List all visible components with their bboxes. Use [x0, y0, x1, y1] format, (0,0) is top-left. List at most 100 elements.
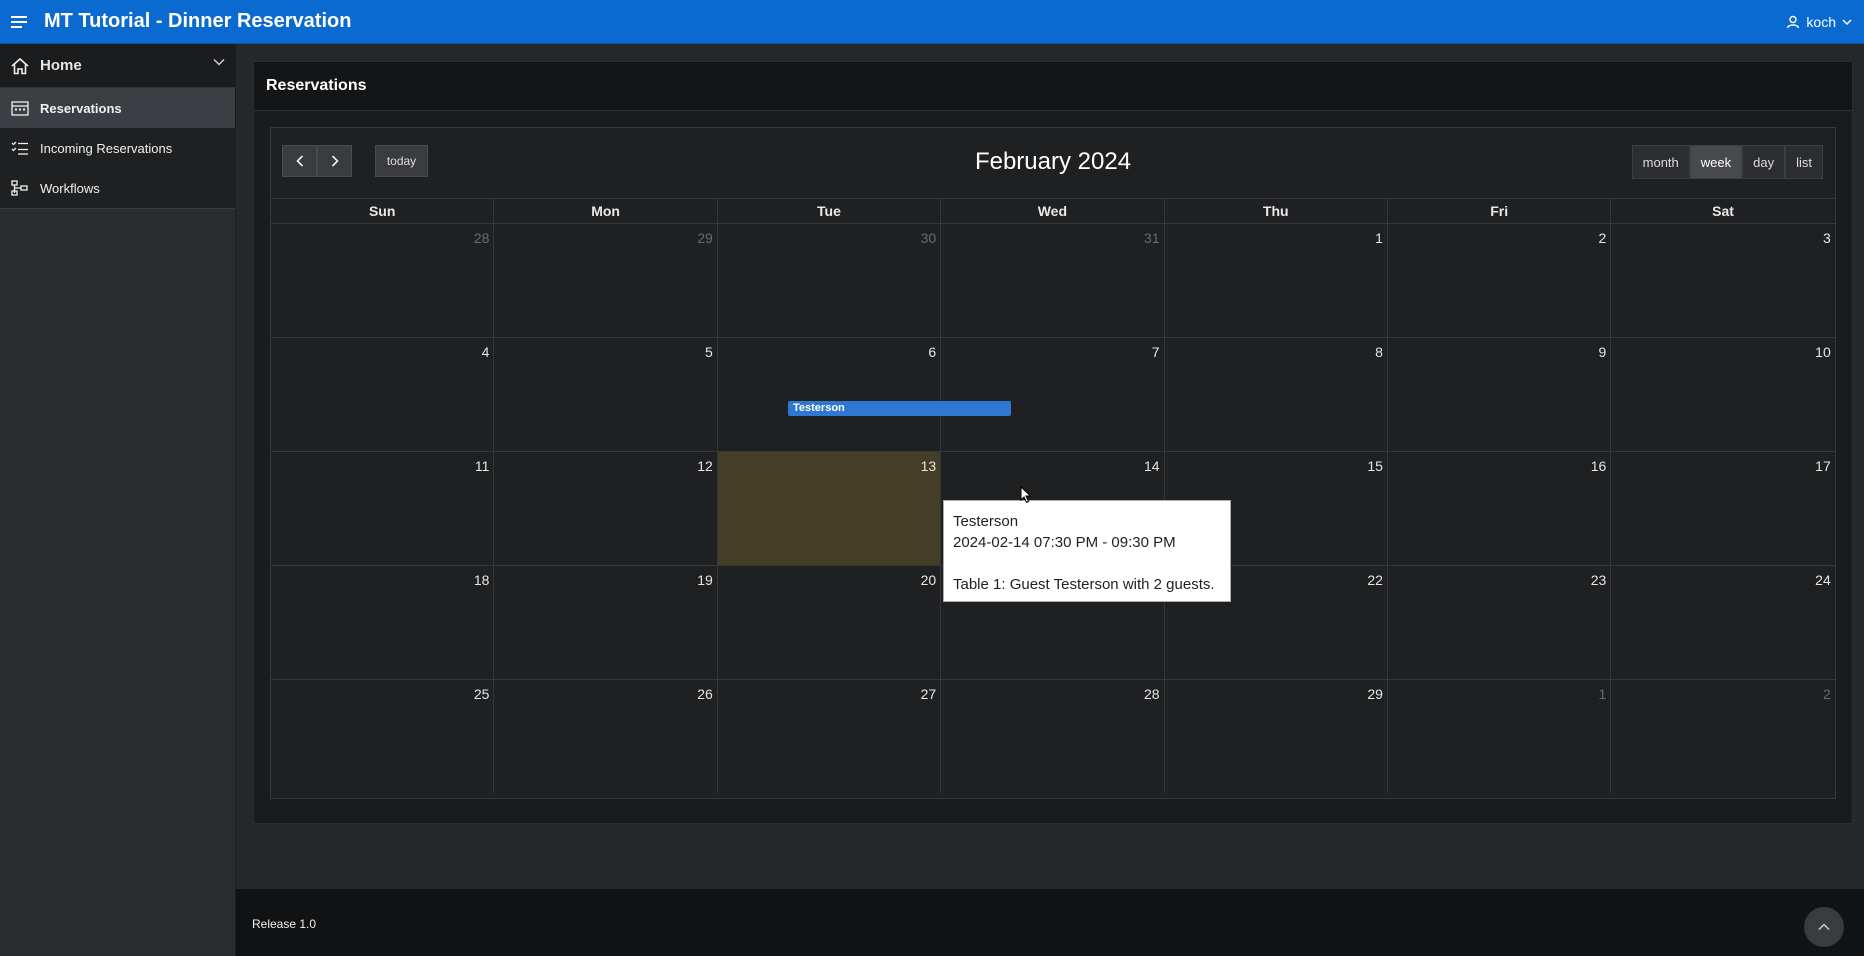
tooltip-name: Testerson: [953, 513, 1019, 530]
calendar-day[interactable]: 27: [718, 680, 942, 793]
day-number: 2: [1598, 230, 1607, 246]
weekday-label: Thu: [1165, 199, 1388, 223]
user-icon: [1787, 15, 1800, 28]
calendar-day[interactable]: 17: [1611, 452, 1834, 565]
calendar-day[interactable]: 24: [1611, 566, 1834, 679]
app-title[interactable]: MT Tutorial - Dinner Reservation: [44, 10, 351, 33]
chevron-down-icon[interactable]: [213, 58, 225, 66]
weekday-label: Wed: [941, 199, 1165, 223]
calendar-day[interactable]: 8: [1165, 338, 1388, 451]
calendar-week: 28 29 30 31 1 2 3: [271, 224, 1835, 338]
day-number: 19: [697, 572, 713, 588]
calendar-day[interactable]: 16: [1388, 452, 1612, 565]
calendar-day[interactable]: 5: [494, 338, 718, 451]
chevron-up-icon: [1818, 923, 1830, 931]
day-number: 10: [1815, 344, 1831, 360]
tooltip-time: 2024-02-14 07:30 PM - 09:30 PM: [953, 534, 1176, 551]
day-number: 23: [1590, 572, 1607, 588]
calendar-day[interactable]: 12: [494, 452, 718, 565]
menu-toggle-button[interactable]: [0, 0, 40, 43]
calendar-event[interactable]: Testerson: [788, 401, 1011, 416]
day-number: 24: [1815, 572, 1831, 588]
day-number: 16: [1590, 458, 1607, 474]
day-number: 22: [1367, 572, 1383, 588]
day-number: 11: [474, 458, 490, 474]
day-number: 1: [1375, 230, 1383, 246]
weekday-label: Sun: [271, 199, 495, 223]
day-number: 14: [1143, 458, 1160, 474]
day-number: 9: [1598, 344, 1607, 360]
calendar-day[interactable]: 11: [271, 452, 495, 565]
checklist-icon: [0, 140, 40, 156]
calendar-day[interactable]: 28: [271, 224, 495, 337]
home-icon: [0, 57, 40, 75]
weekday-label: Tue: [718, 199, 942, 223]
user-menu[interactable]: koch: [1786, 0, 1852, 43]
day-number: 7: [1151, 344, 1160, 360]
view-list-button[interactable]: list: [1785, 145, 1823, 179]
chevron-down-icon: [1842, 18, 1852, 25]
calendar-day[interactable]: 29: [494, 224, 718, 337]
day-number: 15: [1367, 458, 1383, 474]
view-month-button[interactable]: month: [1631, 145, 1690, 179]
calendar-day[interactable]: 9: [1388, 338, 1612, 451]
calendar-day[interactable]: 20: [718, 566, 942, 679]
day-number: 17: [1815, 458, 1831, 474]
footer: Release 1.0: [236, 889, 1864, 956]
day-number: 1: [1598, 686, 1607, 702]
weekday-header: Sun Mon Tue Wed Thu Fri Sat: [271, 198, 1835, 224]
app-header: MT Tutorial - Dinner Reservation koch: [0, 0, 1864, 44]
sidebar-item-reservations[interactable]: Reservations: [0, 88, 235, 128]
day-number: 5: [704, 344, 713, 360]
calendar-day[interactable]: 23: [1388, 566, 1612, 679]
reservations-region: Reservations today February 2024 month w…: [253, 61, 1853, 824]
view-week-button[interactable]: week: [1689, 145, 1743, 179]
calendar-day[interactable]: 25: [271, 680, 495, 793]
calendar-week: 4 5 6 7 8 9 10: [271, 338, 1835, 452]
sidebar-item-label: Incoming Reservations: [40, 140, 173, 156]
calendar-day[interactable]: 4: [271, 338, 495, 451]
event-tooltip: Testerson 2024-02-14 07:30 PM - 09:30 PM…: [943, 500, 1231, 602]
sidebar-item-incoming-reservations[interactable]: Incoming Reservations: [0, 128, 235, 168]
calendar-day[interactable]: 28: [941, 680, 1165, 793]
calendar-week: 25 26 27 28 29 1 2: [271, 680, 1835, 793]
calendar-toolbar: today February 2024 month week day list: [271, 128, 1835, 198]
calendar-day[interactable]: 1: [1388, 680, 1612, 793]
weekday-label: Mon: [494, 199, 718, 223]
calendar-day[interactable]: 7: [941, 338, 1165, 451]
day-number: 3: [1822, 230, 1831, 246]
day-number: 6: [928, 344, 937, 360]
sidebar-item-label: Workflows: [40, 180, 100, 196]
release-label: Release 1.0: [252, 917, 317, 931]
scroll-to-top-button[interactable]: [1804, 907, 1844, 947]
tooltip-description: Table 1: Guest Testerson with 2 guests.: [953, 576, 1215, 593]
calendar-day[interactable]: 30: [718, 224, 942, 337]
calendar-day[interactable]: 1: [1165, 224, 1388, 337]
calendar-day[interactable]: 26: [494, 680, 718, 793]
calendar-day[interactable]: 29: [1165, 680, 1388, 793]
calendar-day[interactable]: 3: [1611, 224, 1834, 337]
calendar-icon: [0, 100, 40, 116]
day-number: 29: [697, 230, 713, 246]
view-day-button[interactable]: day: [1742, 145, 1786, 179]
username: koch: [1806, 13, 1836, 30]
calendar-day[interactable]: 18: [271, 566, 495, 679]
calendar: today February 2024 month week day list …: [270, 127, 1836, 799]
calendar-day[interactable]: 2: [1611, 680, 1834, 793]
day-number: 20: [920, 572, 937, 588]
day-number: 26: [697, 686, 713, 702]
sidebar-item-home[interactable]: Home: [0, 44, 235, 88]
calendar-day-today[interactable]: 13: [717, 452, 942, 565]
weekday-label: Sat: [1712, 203, 1734, 219]
sidebar-item-label: Reservations: [40, 100, 122, 116]
calendar-grid: Sun Mon Tue Wed Thu Fri Sat 28 29 30 31 …: [271, 198, 1835, 793]
calendar-day[interactable]: 10: [1611, 338, 1834, 451]
day-number: 4: [481, 344, 490, 360]
day-number: 18: [473, 572, 490, 588]
calendar-day[interactable]: 6: [718, 338, 942, 451]
calendar-day[interactable]: 31: [941, 224, 1165, 337]
day-number: 25: [473, 686, 490, 702]
sidebar-item-workflows[interactable]: Workflows: [0, 168, 235, 208]
calendar-day[interactable]: 19: [494, 566, 718, 679]
calendar-day[interactable]: 2: [1388, 224, 1612, 337]
